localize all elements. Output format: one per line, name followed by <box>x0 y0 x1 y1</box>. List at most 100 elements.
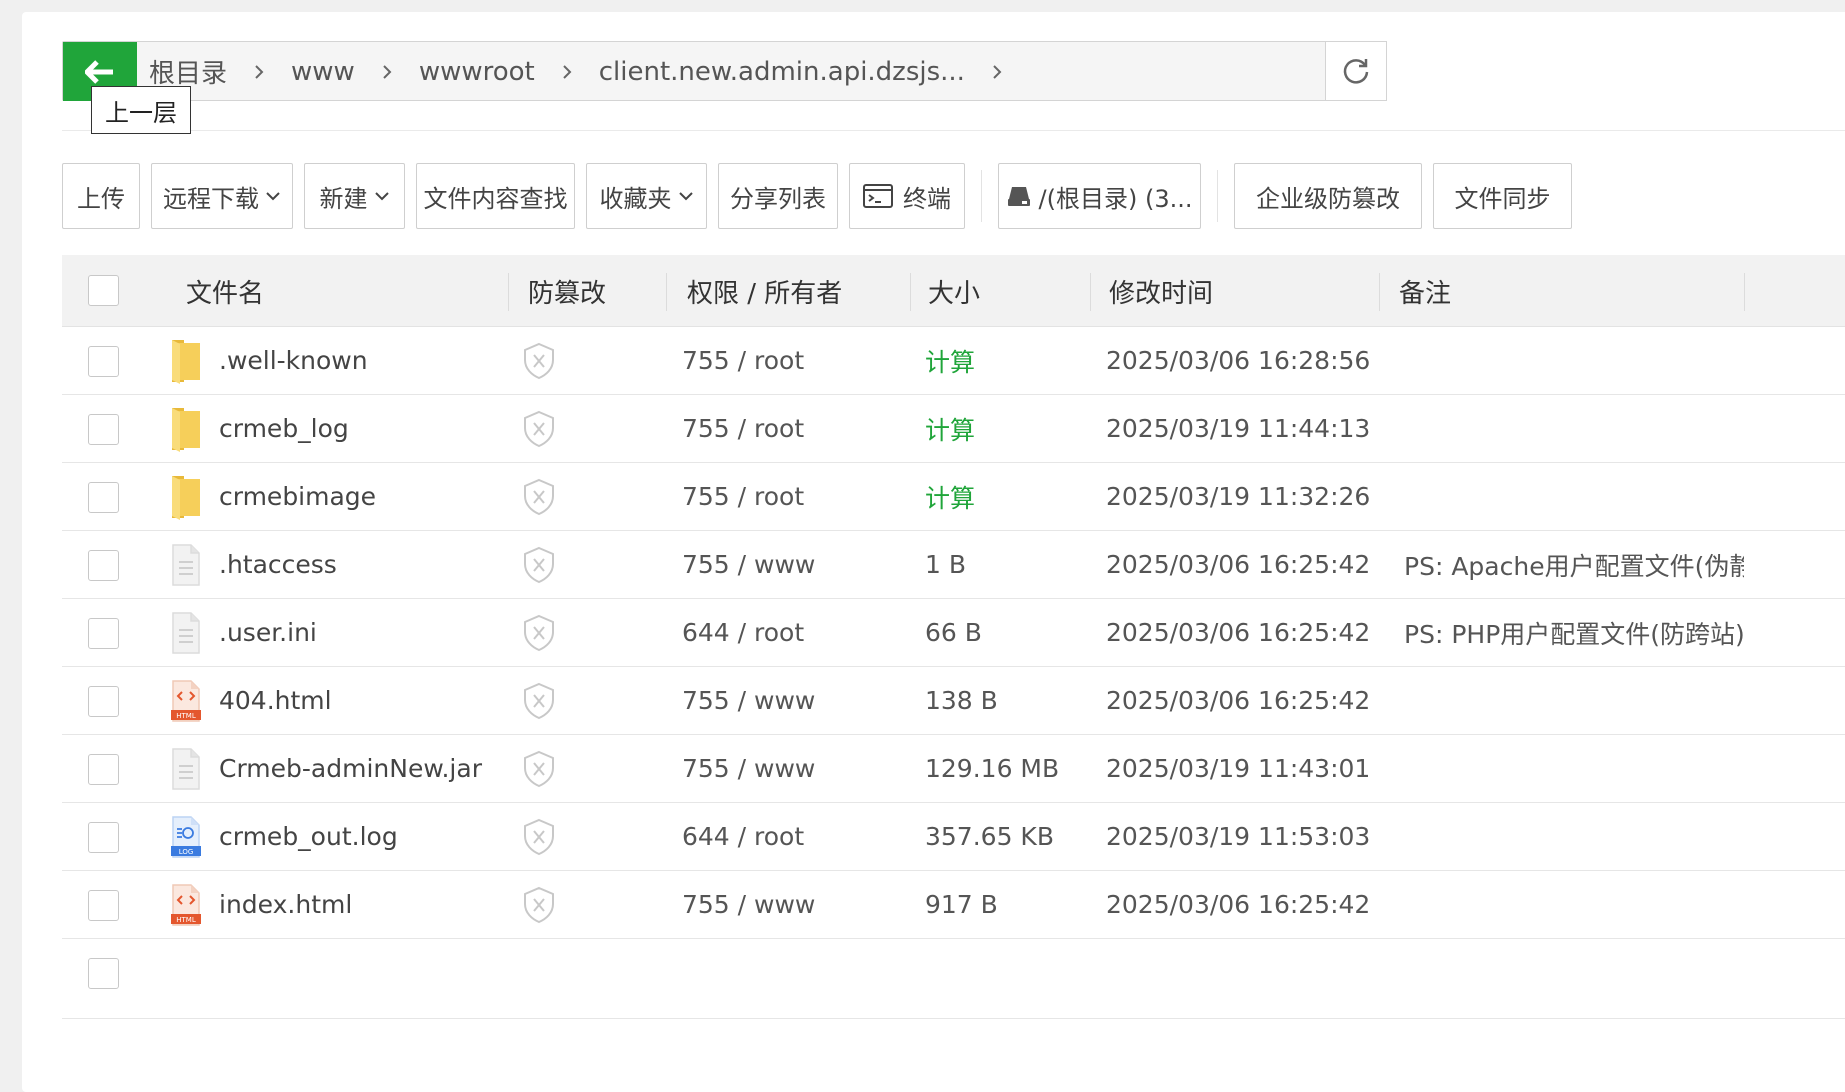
divider <box>62 130 1845 131</box>
favorites-button[interactable]: 收藏夹 <box>586 163 707 229</box>
row-checkbox[interactable] <box>88 686 119 717</box>
file-icon <box>168 542 204 588</box>
svg-text:HTML: HTML <box>176 712 196 720</box>
permission-owner[interactable]: 644 / root <box>682 599 804 666</box>
row-checkbox[interactable] <box>88 890 119 921</box>
file-size: 1 B <box>925 550 967 579</box>
chevron-right-icon[interactable] <box>991 63 1003 81</box>
log-file-icon: LOG <box>168 814 204 860</box>
arrow-left-icon <box>85 59 113 84</box>
header-note: 备注 <box>1399 278 1452 309</box>
shield-icon[interactable] <box>522 614 556 656</box>
table-row[interactable] <box>62 939 1845 1019</box>
refresh-button[interactable] <box>1325 41 1387 101</box>
disk-icon <box>1007 185 1031 207</box>
svg-text:HTML: HTML <box>176 916 196 924</box>
tamper-proof-label: 企业级防篡改 <box>1256 184 1400 213</box>
row-checkbox[interactable] <box>88 754 119 785</box>
file-name[interactable]: .htaccess <box>219 531 337 598</box>
terminal-button[interactable]: 终端 <box>849 163 965 229</box>
permission-owner[interactable]: 755 / www <box>682 667 815 734</box>
permission-owner[interactable]: 755 / www <box>682 735 815 802</box>
row-checkbox[interactable] <box>88 414 119 445</box>
permission-owner[interactable]: 755 / root <box>682 327 804 394</box>
select-all-checkbox[interactable] <box>88 275 119 306</box>
table-row[interactable]: HTML index.html 755 / www 917 B 2025/03/06 1… <box>62 871 1845 939</box>
row-checkbox[interactable] <box>88 550 119 581</box>
permission-owner[interactable]: 755 / root <box>682 395 804 462</box>
new-label: 新建 <box>319 184 368 213</box>
disk-button[interactable]: /(根目录) (3... <box>998 163 1201 229</box>
file-size[interactable]: 计算 <box>925 463 975 530</box>
table-row[interactable]: .htaccess 755 / www 1 B 2025/03/06 16:25:42… <box>62 531 1845 599</box>
row-checkbox[interactable] <box>88 822 119 853</box>
toolbar: 上传 远程下载 新建 文件内容查找 收藏夹 分享列表 终端 /(根目录) (3.… <box>62 163 1583 229</box>
shield-icon[interactable] <box>522 818 556 860</box>
chevron-right-icon <box>253 63 265 81</box>
path-bar: 根目录 www wwwroot client.new.admin.api.dzs… <box>62 41 1387 101</box>
file-name[interactable]: crmeb_out.log <box>219 803 398 870</box>
shield-icon[interactable] <box>522 410 556 452</box>
shield-icon[interactable] <box>522 546 556 588</box>
share-list-label: 分享列表 <box>730 184 826 213</box>
file-name[interactable]: crmeb_log <box>219 395 349 462</box>
table-row[interactable]: HTML 404.html 755 / www 138 B 2025/03/06 16:… <box>62 667 1845 735</box>
file-name[interactable]: Crmeb-adminNew.jar <box>219 735 482 802</box>
permission-owner[interactable]: 755 / www <box>682 531 815 598</box>
table-row[interactable]: crmebimage 755 / root 计算 2025/03/19 11:32:2… <box>62 463 1845 531</box>
remote-download-button[interactable]: 远程下载 <box>151 163 293 229</box>
table-row[interactable]: .user.ini 644 / root 66 B 2025/03/06 16:25:… <box>62 599 1845 667</box>
table-row[interactable]: Crmeb-adminNew.jar 755 / www 129.16 MB 2025… <box>62 735 1845 803</box>
file-size: 66 B <box>925 618 982 647</box>
file-size[interactable]: 计算 <box>925 327 975 394</box>
file-sync-button[interactable]: 文件同步 <box>1433 163 1572 229</box>
file-sync-label: 文件同步 <box>1454 184 1551 213</box>
breadcrumb-www[interactable]: www <box>291 57 355 87</box>
shield-icon[interactable] <box>522 886 556 928</box>
chevron-down-icon <box>265 190 281 202</box>
refresh-icon <box>1343 59 1369 84</box>
file-icon <box>168 610 204 656</box>
breadcrumb-wwwroot[interactable]: wwwroot <box>419 57 535 87</box>
tamper-proof-button[interactable]: 企业级防篡改 <box>1234 163 1422 229</box>
content-search-button[interactable]: 文件内容查找 <box>416 163 575 229</box>
breadcrumb-root[interactable]: 根目录 <box>149 53 227 90</box>
modified-time: 2025/03/19 11:44:13 <box>1106 414 1371 443</box>
file-size: 917 B <box>925 890 998 919</box>
file-name[interactable]: index.html <box>219 871 352 938</box>
shield-icon[interactable] <box>522 342 556 384</box>
svg-text:LOG: LOG <box>179 848 194 856</box>
permission-owner[interactable]: 755 / root <box>682 463 804 530</box>
file-size[interactable]: 计算 <box>925 395 975 462</box>
toolbar-divider <box>981 170 982 222</box>
table-header: 文件名 防篡改 权限 / 所有者 大小 修改时间 备注 <box>62 255 1845 327</box>
upload-button[interactable]: 上传 <box>62 163 140 229</box>
file-name[interactable]: 404.html <box>219 667 332 734</box>
table-row[interactable]: crmeb_log 755 / root 计算 2025/03/19 11:44:13 <box>62 395 1845 463</box>
file-note[interactable]: PS: PHP用户配置文件(防跨站)! <box>1404 599 1744 666</box>
file-note[interactable]: PS: Apache用户配置文件(伪静态 <box>1404 531 1744 598</box>
file-name[interactable]: .well-known <box>219 327 368 394</box>
share-list-button[interactable]: 分享列表 <box>718 163 838 229</box>
permission-owner[interactable]: 755 / www <box>682 871 815 938</box>
row-checkbox[interactable] <box>88 346 119 377</box>
header-filename[interactable]: 文件名 <box>186 255 264 327</box>
header-mtime[interactable]: 修改时间 <box>1109 255 1213 327</box>
header-size[interactable]: 大小 <box>928 255 980 327</box>
html-file-icon: HTML <box>168 678 204 724</box>
table-row[interactable]: .well-known 755 / root 计算 2025/03/06 16:28:… <box>62 327 1845 395</box>
shield-icon[interactable] <box>522 478 556 520</box>
modified-time: 2025/03/06 16:25:42 <box>1106 890 1371 919</box>
row-checkbox[interactable] <box>88 482 119 513</box>
new-button[interactable]: 新建 <box>304 163 405 229</box>
table-row[interactable]: LOG crmeb_out.log 644 / root 357.65 KB 2025/… <box>62 803 1845 871</box>
breadcrumb-site[interactable]: client.new.admin.api.dzsjs... <box>599 57 965 87</box>
shield-icon[interactable] <box>522 682 556 724</box>
toolbar-divider <box>1217 170 1218 222</box>
shield-icon[interactable] <box>522 750 556 792</box>
row-checkbox[interactable] <box>88 958 119 989</box>
file-name[interactable]: crmebimage <box>219 463 376 530</box>
row-checkbox[interactable] <box>88 618 119 649</box>
permission-owner[interactable]: 644 / root <box>682 803 804 870</box>
file-name[interactable]: .user.ini <box>219 599 317 666</box>
